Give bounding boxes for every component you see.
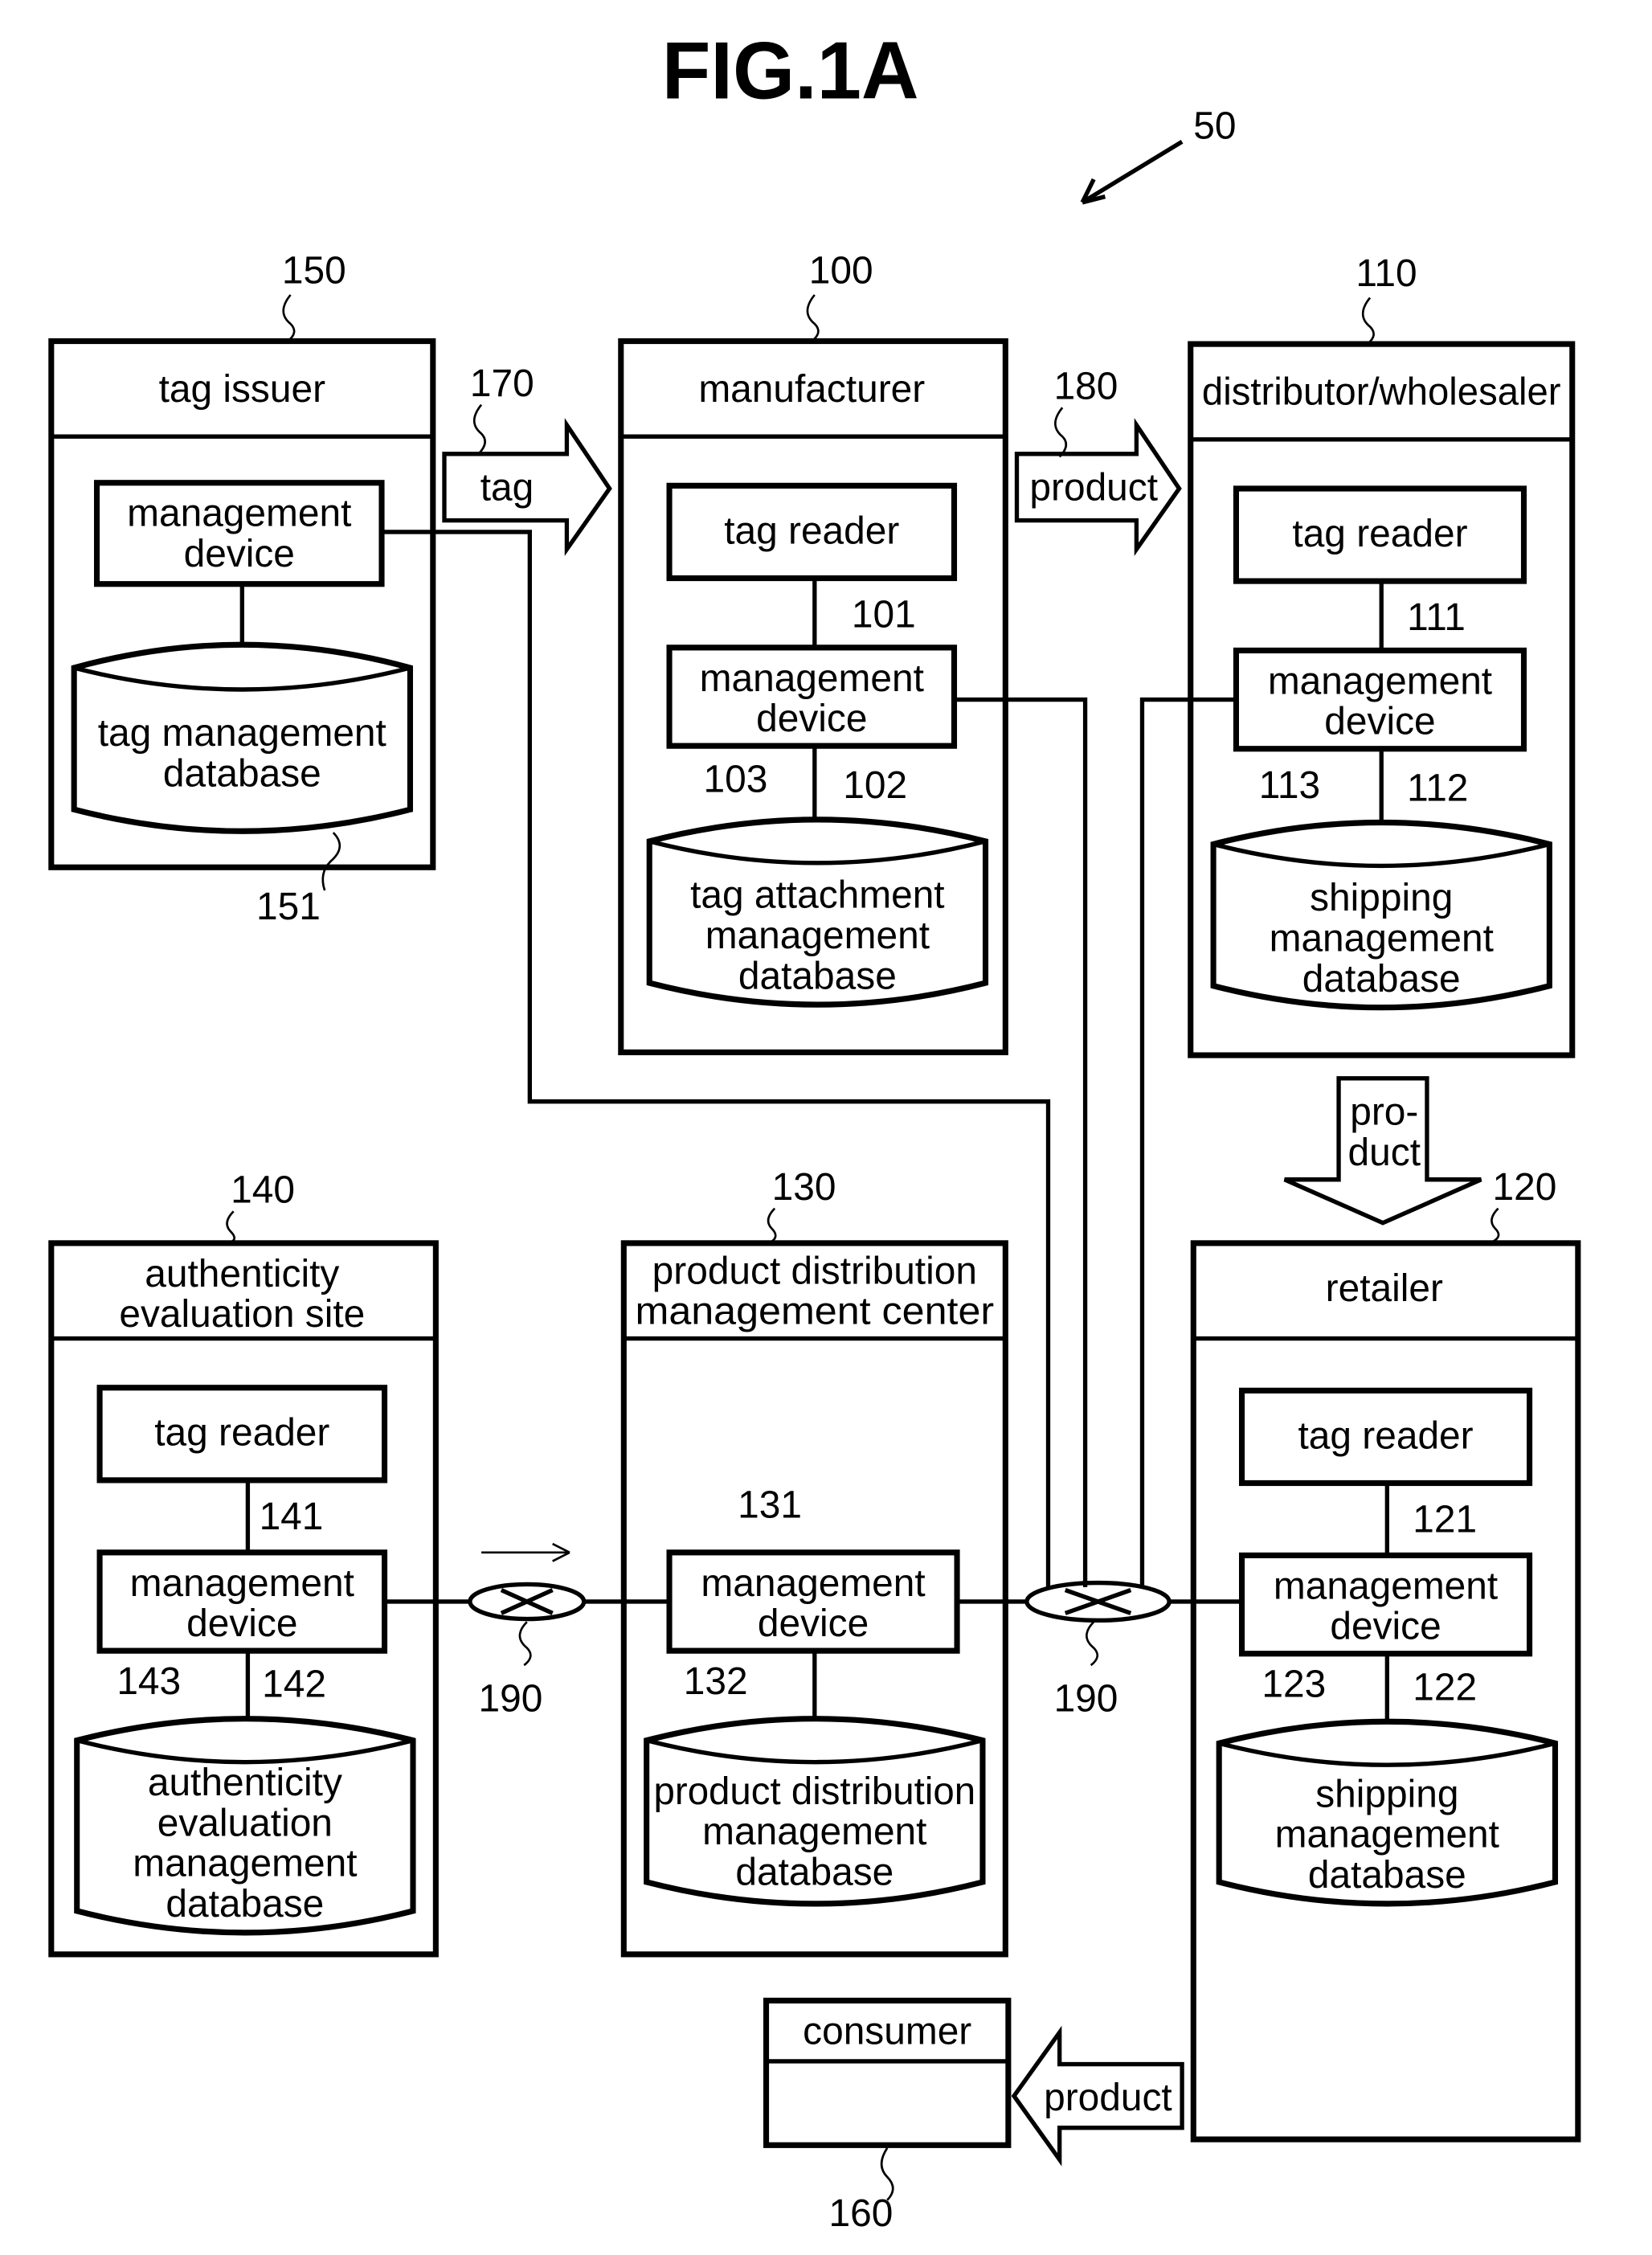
tag-reader-label: tag reader bbox=[1298, 1414, 1473, 1457]
db-label: database bbox=[1308, 1853, 1466, 1897]
ref-111: 111 bbox=[1407, 595, 1466, 639]
db-label: database bbox=[738, 954, 897, 997]
direction-arrow-icon bbox=[481, 1542, 570, 1562]
block-title: evaluation site bbox=[119, 1292, 365, 1336]
distributor-block: 110 distributor/wholesaler tag reader 11… bbox=[1188, 252, 1576, 1058]
block-title: authenticity bbox=[145, 1252, 339, 1295]
ref-112: 112 bbox=[1407, 766, 1468, 809]
ref-100: 100 bbox=[809, 248, 873, 292]
db-label: management bbox=[133, 1841, 358, 1885]
db-label: authenticity bbox=[148, 1761, 342, 1804]
system-ref: 50 bbox=[1193, 104, 1236, 147]
tag-issuer-title: tag issuer bbox=[159, 367, 325, 411]
db-label: database bbox=[1302, 957, 1461, 1001]
retailer-title: retailer bbox=[1326, 1267, 1443, 1310]
device-label: management bbox=[700, 656, 925, 699]
system-pointer-arrow bbox=[1080, 139, 1184, 205]
ref-141: 141 bbox=[260, 1495, 324, 1538]
device-label: device bbox=[1330, 1604, 1441, 1647]
db-label: product distribution bbox=[654, 1769, 976, 1812]
db-label: management bbox=[1270, 916, 1495, 960]
db-label: shipping bbox=[1310, 876, 1453, 919]
device-label: management bbox=[1268, 659, 1493, 702]
ref-143: 143 bbox=[117, 1660, 181, 1703]
ref-103: 103 bbox=[704, 757, 768, 800]
flow-label: tag bbox=[480, 465, 534, 509]
tag-reader-label: tag reader bbox=[154, 1410, 329, 1454]
db-label: management bbox=[702, 1810, 927, 1853]
product-flow-arrow-3: product bbox=[1011, 2025, 1184, 2167]
ref-140: 140 bbox=[231, 1168, 295, 1211]
db-label: database bbox=[166, 1882, 324, 1926]
authenticity-block: 140 authenticity evaluation site tag rea… bbox=[48, 1168, 439, 1958]
db-label: tag management bbox=[98, 711, 387, 755]
flow-label: product bbox=[1044, 2076, 1172, 2119]
ref-132: 132 bbox=[684, 1660, 748, 1703]
ref-110: 110 bbox=[1356, 252, 1417, 295]
ref-102: 102 bbox=[843, 763, 907, 807]
device-label: management bbox=[701, 1561, 926, 1604]
ref-170: 170 bbox=[470, 362, 534, 405]
network-hub-right-icon: 190 bbox=[1024, 1580, 1172, 1721]
center-block: 130 product distribution management cent… bbox=[620, 1165, 1008, 1958]
device-label: device bbox=[184, 532, 295, 575]
network-hub-left-icon: 190 bbox=[468, 1542, 587, 1721]
device-label: device bbox=[1324, 699, 1435, 743]
device-label: management bbox=[130, 1561, 355, 1604]
retailer-block: 120 retailer tag reader 121 management d… bbox=[1190, 1165, 1581, 2142]
db-label: management bbox=[705, 914, 930, 957]
flow-label: product bbox=[1029, 465, 1158, 509]
figure-title: FIG.1A bbox=[662, 26, 919, 117]
tag-reader-label: tag reader bbox=[724, 509, 899, 552]
device-label: device bbox=[758, 1602, 869, 1645]
flow-label: pro- bbox=[1350, 1090, 1418, 1133]
manufacturer-title: manufacturer bbox=[698, 367, 925, 411]
product-flow-arrow-1: product 180 bbox=[1014, 364, 1182, 556]
diagram-canvas: FIG.1A 50 150 tag issuer management devi… bbox=[48, 26, 1581, 2235]
flow-label: duct bbox=[1348, 1130, 1421, 1173]
ref-190: 190 bbox=[1054, 1676, 1118, 1720]
db-label: database bbox=[735, 1850, 893, 1893]
ref-130: 130 bbox=[772, 1165, 836, 1209]
block-title: product distribution bbox=[652, 1249, 977, 1292]
consumer-block: consumer 160 bbox=[763, 1997, 1012, 2235]
ref-131: 131 bbox=[738, 1483, 802, 1526]
manufacturer-block: 100 manufacturer tag reader 101 manageme… bbox=[618, 248, 1008, 1056]
ref-160: 160 bbox=[829, 2192, 893, 2235]
device-label: device bbox=[186, 1602, 297, 1645]
db-label: database bbox=[163, 751, 321, 795]
ref-122: 122 bbox=[1413, 1665, 1477, 1709]
ref-151: 151 bbox=[256, 885, 321, 928]
block-title: management center bbox=[635, 1289, 994, 1332]
tag-reader-label: tag reader bbox=[1292, 512, 1467, 555]
db-label: management bbox=[1275, 1812, 1500, 1856]
db-label: shipping bbox=[1315, 1772, 1458, 1815]
device-label: management bbox=[1274, 1564, 1499, 1607]
ref-142: 142 bbox=[262, 1662, 326, 1705]
device-label: device bbox=[756, 697, 867, 740]
device-label: management bbox=[127, 491, 352, 534]
distributor-title: distributor/wholesaler bbox=[1202, 370, 1561, 413]
consumer-title: consumer bbox=[803, 2009, 971, 2052]
db-label: tag attachment bbox=[690, 873, 945, 916]
ref-180: 180 bbox=[1054, 364, 1118, 407]
db-label: evaluation bbox=[157, 1801, 333, 1844]
ref-120: 120 bbox=[1492, 1165, 1556, 1209]
ref-190: 190 bbox=[479, 1676, 543, 1720]
ref-101: 101 bbox=[852, 592, 916, 636]
tag-issuer-block: 150 tag issuer management device tag man… bbox=[48, 248, 436, 928]
product-flow-arrow-2: pro- duct bbox=[1283, 1076, 1482, 1226]
ref-150: 150 bbox=[282, 248, 346, 292]
tag-flow-arrow: tag 170 bbox=[442, 362, 612, 556]
ref-121: 121 bbox=[1413, 1497, 1477, 1541]
ref-123: 123 bbox=[1261, 1662, 1326, 1705]
ref-113: 113 bbox=[1259, 763, 1320, 807]
